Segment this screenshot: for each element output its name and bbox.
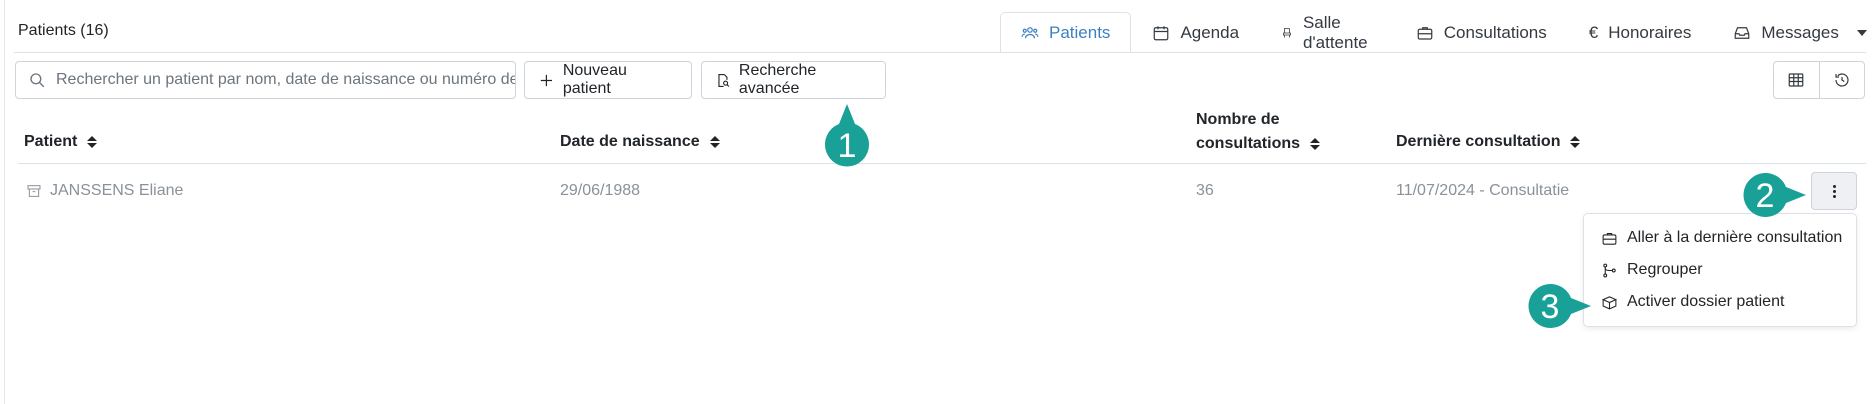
sort-icon: [1570, 136, 1581, 148]
column-header-birth-date[interactable]: Date de naissance: [560, 133, 720, 151]
tabs-divider: [14, 52, 1866, 53]
callout-number: 2: [1756, 177, 1775, 215]
last-consultation-value: 11/07/2024 - Consultatie: [1396, 182, 1570, 199]
patient-name: JANSSENS Eliane: [50, 182, 184, 199]
menu-item-last-consultation[interactable]: Aller à la dernière consultation: [1584, 222, 1856, 254]
cell-consultations: 36: [1196, 182, 1214, 200]
chevron-down-icon: [1856, 30, 1867, 36]
sort-icon: [1310, 138, 1321, 150]
callout-1: 1: [822, 100, 872, 175]
menu-item-label: Aller à la dernière consultation: [1627, 229, 1843, 246]
tab-agenda[interactable]: Agenda: [1131, 12, 1260, 53]
new-patient-label: Nouveau patient: [562, 62, 627, 97]
row-actions-button[interactable]: [1811, 172, 1857, 210]
callout-2: 2: [1740, 170, 1810, 225]
tab-honoraires[interactable]: € Honoraires: [1568, 12, 1713, 53]
cell-patient[interactable]: JANSSENS Eliane: [26, 182, 183, 200]
column-header-label: Dernière consultation: [1396, 133, 1561, 150]
cell-last-consultation: 11/07/2024 - Consultatie: [1396, 182, 1569, 200]
table-header-divider: [18, 163, 1866, 164]
advanced-search-label: Recherche avancée: [738, 62, 817, 97]
users-icon: [1021, 27, 1039, 39]
box-open-icon: [1601, 295, 1618, 309]
birth-date-value: 29/06/1988: [560, 182, 641, 199]
callout-3: 3: [1525, 281, 1595, 336]
column-header-patient[interactable]: Patient: [24, 133, 98, 151]
callout-number: 1: [838, 127, 857, 165]
briefcase-icon: [1602, 232, 1617, 245]
chair-icon: [1283, 28, 1291, 38]
kebab-icon: [1832, 184, 1836, 198]
tab-label: Messages: [1761, 23, 1839, 42]
column-header-label: Patient: [24, 133, 78, 150]
history-button[interactable]: [1818, 62, 1865, 98]
table-view-button[interactable]: [1774, 62, 1819, 98]
plus-icon: [540, 74, 553, 86]
callout-number: 3: [1541, 288, 1560, 326]
inbox-icon: [1735, 27, 1750, 39]
merge-icon: [1603, 263, 1616, 277]
tab-label: Honoraires: [1608, 23, 1692, 42]
table-icon: [1788, 73, 1804, 87]
search-icon: [30, 73, 45, 88]
column-header-label-line2: consultations: [1196, 135, 1301, 152]
history-icon: [1835, 73, 1849, 87]
cell-birth-date: 29/06/1988: [560, 182, 640, 200]
tab-salle-attente[interactable]: Salle d'attente: [1260, 12, 1395, 53]
sort-icon: [87, 136, 98, 148]
tab-consultations[interactable]: Consultations: [1395, 12, 1568, 53]
tab-label: Consultations: [1443, 23, 1547, 42]
menu-item-label: Activer dossier patient: [1627, 293, 1785, 310]
column-header-label-line1: Nombre de: [1196, 111, 1280, 128]
tab-label: Patients: [1049, 23, 1111, 42]
column-header-consultations[interactable]: Nombre de consultations: [1196, 108, 1321, 156]
tab-patients[interactable]: Patients: [1000, 12, 1132, 53]
tab-label: Agenda: [1180, 23, 1240, 42]
advanced-search-button[interactable]: Recherche avancée: [701, 61, 886, 99]
euro-icon: €: [1588, 23, 1599, 42]
page-title: Patients (16): [18, 22, 109, 39]
archive-icon: [27, 185, 41, 197]
main-tabs: Patients Agenda Salle d'attente Consulta…: [1000, 12, 1874, 53]
menu-item-activer-dossier[interactable]: Activer dossier patient: [1584, 286, 1856, 318]
search-input[interactable]: [56, 71, 515, 89]
row-actions-menu: Aller à la dernière consultation Regroup…: [1583, 213, 1857, 327]
file-search-icon: [718, 73, 730, 87]
consultations-count: 36: [1196, 182, 1214, 199]
menu-item-regrouper[interactable]: Regrouper: [1584, 254, 1856, 286]
tab-label: Salle d'attente: [1302, 13, 1368, 52]
view-toggle-group: [1773, 61, 1865, 99]
tab-messages[interactable]: Messages: [1712, 12, 1874, 53]
calendar-icon: [1154, 26, 1169, 41]
column-header-last-consultation[interactable]: Dernière consultation: [1396, 133, 1581, 151]
new-patient-button[interactable]: Nouveau patient: [524, 61, 692, 99]
patient-search[interactable]: [15, 61, 516, 99]
column-header-label: Date de naissance: [560, 133, 700, 150]
briefcase-icon: [1417, 27, 1433, 40]
menu-item-label: Regrouper: [1627, 261, 1703, 278]
sort-icon: [709, 136, 720, 148]
